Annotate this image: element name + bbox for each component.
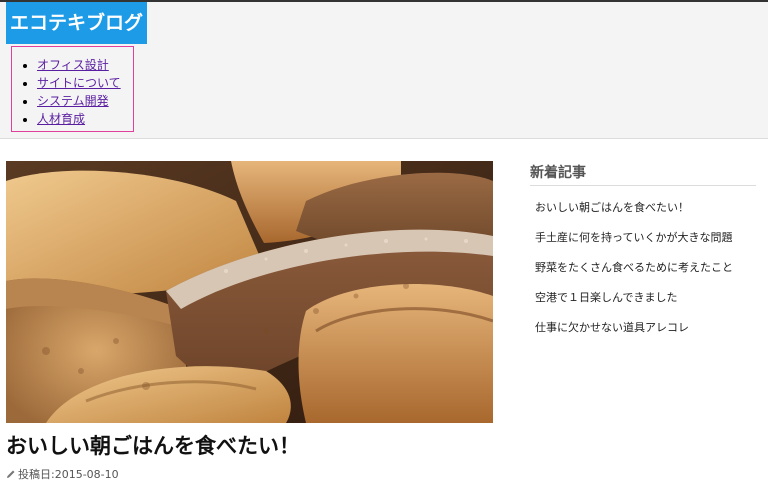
nav-link-office-design[interactable]: オフィス設計 <box>37 58 109 72</box>
article-meta: 投稿日:2015-08-10 <box>6 466 119 482</box>
recent-post-item[interactable]: 仕事に欠かせない道具アレコレ <box>530 313 756 343</box>
pencil-icon <box>7 470 15 478</box>
main-nav: オフィス設計 サイトについて システム開発 人材育成 <box>11 46 134 132</box>
site-header: エコテキブログ オフィス設計 サイトについて システム開発 人材育成 <box>0 2 768 139</box>
nav-link-about[interactable]: サイトについて <box>37 76 121 90</box>
nav-item-system-dev: システム開発 <box>37 92 121 110</box>
sidebar-recent-posts: 新着記事 おいしい朝ごはんを食べたい！ 手土産に何を持っていくかが大きな問題 野… <box>530 162 756 343</box>
article-hero-image[interactable] <box>6 161 493 423</box>
recent-post-item[interactable]: おいしい朝ごはんを食べたい！ <box>530 193 756 223</box>
recent-post-item[interactable]: 空港で１日楽しんできました <box>530 283 756 313</box>
recent-posts-list: おいしい朝ごはんを食べたい！ 手土産に何を持っていくかが大きな問題 野菜をたくさ… <box>530 193 756 343</box>
nav-item-hr: 人材育成 <box>37 110 121 128</box>
nav-link-system-dev[interactable]: システム開発 <box>37 94 109 108</box>
site-logo[interactable]: エコテキブログ <box>6 2 147 44</box>
bread-photo <box>6 161 493 423</box>
nav-list: オフィス設計 サイトについて システム開発 人材育成 <box>12 56 121 128</box>
article-date: 投稿日:2015-08-10 <box>18 468 119 481</box>
nav-item-office-design: オフィス設計 <box>37 56 121 74</box>
article-title[interactable]: おいしい朝ごはんを食べたい！ <box>6 430 300 460</box>
recent-post-item[interactable]: 野菜をたくさん食べるために考えたこと <box>530 253 756 283</box>
nav-link-hr[interactable]: 人材育成 <box>37 112 85 126</box>
recent-post-item[interactable]: 手土産に何を持っていくかが大きな問題 <box>530 223 756 253</box>
sidebar-heading: 新着記事 <box>530 162 756 186</box>
nav-item-about: サイトについて <box>37 74 121 92</box>
